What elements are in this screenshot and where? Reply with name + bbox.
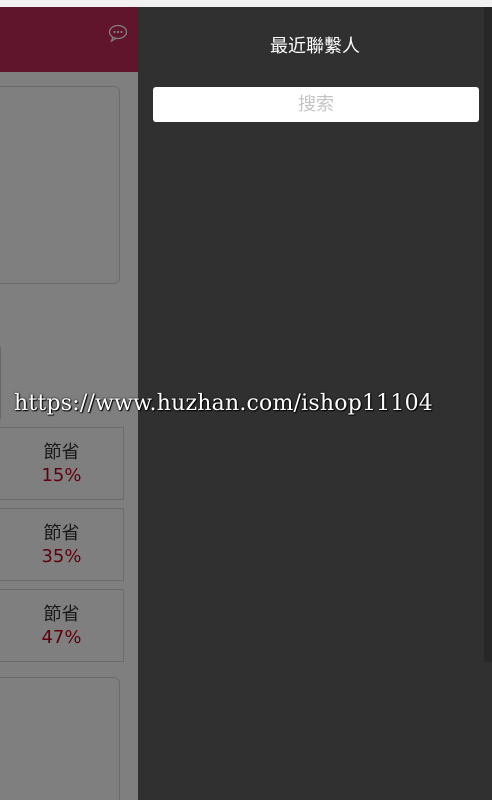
- watermark-text: https://www.huzhan.com/ishop11104: [14, 391, 433, 416]
- drawer-title: 最近聯繫人: [270, 36, 360, 57]
- search-input[interactable]: [153, 87, 479, 122]
- scrollbar[interactable]: [484, 7, 492, 662]
- top-strip: [0, 0, 492, 7]
